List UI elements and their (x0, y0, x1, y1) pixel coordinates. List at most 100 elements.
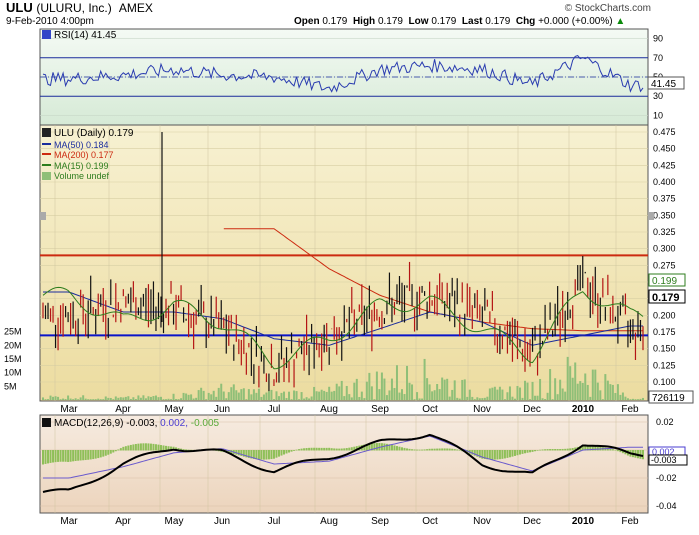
macd-histogram-bar (288, 450, 291, 453)
macd-histogram-bar (62, 450, 65, 462)
res-handle-right[interactable] (648, 212, 654, 220)
macd-histogram-bar (303, 448, 306, 451)
volume-bar (539, 378, 542, 400)
volume-bar (247, 389, 250, 400)
volume-bar (240, 389, 243, 400)
volume-bar (167, 398, 170, 400)
volume-bar (215, 396, 218, 400)
volume-bar (42, 397, 44, 400)
ma200-legend: MA(200) 0.177 (54, 150, 114, 160)
volume-bar (182, 392, 185, 400)
volume-bar (393, 387, 396, 400)
macd-histogram-bar (544, 449, 547, 451)
macd-legend: MACD(12,26,9) -0.003, 0.002, -0.005 (42, 418, 220, 429)
volume-bar (338, 386, 341, 400)
macd-histogram-bar (511, 450, 514, 457)
macd-histogram-bar (69, 450, 72, 462)
macd-histogram-bar (262, 450, 265, 460)
volume-bar (468, 389, 471, 400)
macd-histogram-bar (488, 450, 491, 460)
volume-bar (59, 399, 62, 400)
month-label: Feb (621, 516, 639, 527)
volume-bar (390, 378, 393, 400)
macd-histogram-bar (240, 450, 243, 456)
volume-bar (458, 398, 461, 400)
month-label: Jul (268, 404, 281, 415)
macd-histogram-bar (340, 448, 343, 451)
volume-bar (262, 394, 265, 400)
macd-histogram-bar (566, 448, 569, 451)
volume-bar (448, 396, 451, 400)
res-handle-left[interactable] (40, 212, 46, 220)
macd-histogram-bar (54, 450, 57, 463)
volume-bar (190, 394, 193, 400)
volume-bar (383, 378, 386, 400)
volume-bar (471, 396, 474, 400)
price-tick-label: 0.150 (653, 344, 676, 354)
macd-histogram-bar (534, 450, 537, 452)
month-axis-top: Mar Apr May Jun Jul Aug Sep Oct Nov Dec 2010 Feb (60, 404, 639, 415)
month-label: Sep (371, 516, 389, 527)
macd-histogram-bar (423, 449, 426, 451)
macd-histogram-bar (122, 446, 125, 451)
volume-bar (333, 390, 336, 400)
volume-bar (421, 398, 424, 400)
month-label: Dec (523, 404, 541, 415)
macd-histogram-bar (300, 448, 303, 451)
volume-bar (122, 397, 125, 400)
volume-bar (220, 383, 223, 400)
macd-histogram-bar (293, 450, 296, 451)
month-label: Apr (115, 516, 131, 527)
macd-histogram-bar (67, 450, 70, 462)
volume-bar (212, 390, 215, 400)
volume-bar (265, 392, 268, 400)
macd-histogram-bar (521, 450, 524, 454)
macd-histogram-bar (375, 443, 378, 451)
volume-bar (481, 398, 484, 400)
volume-bar (571, 377, 574, 400)
macd-histogram-bar (614, 449, 617, 451)
volume-bar (483, 397, 486, 400)
macd-legend-hist: -0.005 (191, 418, 220, 429)
macd-histogram-bar (594, 446, 597, 451)
macd-histogram-bar (406, 448, 409, 451)
volume-bar (340, 380, 343, 400)
volume-bar (62, 398, 65, 400)
macd-histogram-bar (283, 450, 286, 455)
volume-bar (443, 379, 446, 400)
macd-histogram-bar (265, 450, 268, 460)
macd-histogram-bar (569, 448, 572, 451)
macd-histogram-bar (255, 450, 258, 460)
macd-histogram-bar (335, 448, 338, 451)
volume-bar (576, 383, 579, 400)
volume-bar (335, 383, 338, 400)
macd-histogram-bar (154, 444, 157, 451)
volume-bar (423, 358, 426, 400)
volume-bar (285, 398, 288, 400)
volume-bar (89, 399, 92, 400)
volume-bar (227, 392, 230, 400)
month-label: Mar (60, 404, 78, 415)
macd-histogram-bar (47, 450, 50, 464)
volume-tick-label: 5M (4, 381, 17, 391)
volume-bar (463, 379, 466, 400)
volume-bar (230, 387, 233, 400)
volume-bar (360, 391, 363, 400)
price-tick-label: 0.325 (653, 227, 676, 237)
volume-bar (611, 384, 614, 400)
macd-histogram-bar (506, 450, 509, 458)
volume-bar (72, 399, 75, 400)
volume-bar (426, 378, 429, 400)
macd-histogram-bar (642, 450, 644, 460)
volume-bar (172, 393, 175, 400)
volume-bar (162, 399, 165, 400)
month-label: Aug (320, 516, 338, 527)
month-label: Jun (214, 404, 230, 415)
macd-histogram-bar (441, 448, 444, 451)
macd-histogram-bar (87, 450, 90, 460)
macd-histogram-bar (139, 443, 142, 451)
volume-bar (288, 391, 291, 400)
volume-bar (400, 389, 403, 400)
macd-histogram-bar (57, 450, 60, 462)
volume-bar (54, 396, 57, 400)
